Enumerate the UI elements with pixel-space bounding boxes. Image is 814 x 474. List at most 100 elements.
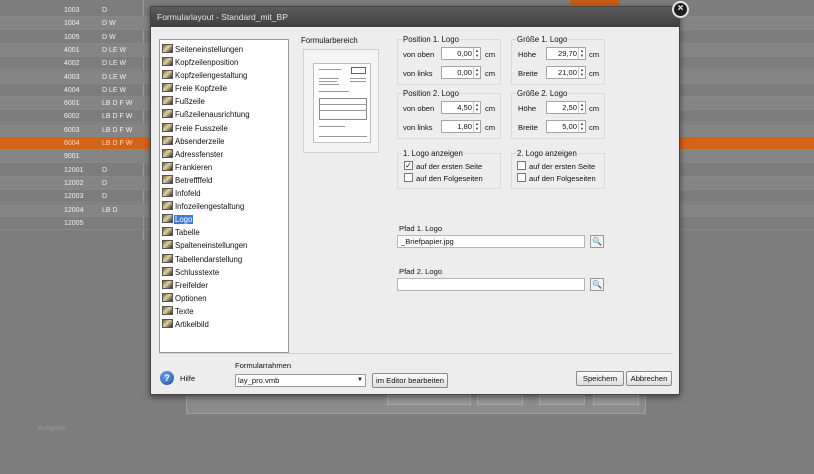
tree-item[interactable]: Optionen <box>160 292 288 305</box>
document-settings-icon <box>162 240 173 250</box>
chevron-down-icon[interactable]: ▼ <box>355 375 365 386</box>
tree-item[interactable]: Infofeld <box>160 187 288 200</box>
tree-item[interactable]: Kopfzeilenposition <box>160 56 288 69</box>
tree-item[interactable]: Tabellendarstellung <box>160 253 288 266</box>
show2-following-checkbox[interactable] <box>517 173 526 182</box>
background-row-code: D W <box>102 33 116 41</box>
tree-item[interactable]: Logo <box>160 213 288 226</box>
show1-title: 1. Logo anzeigen <box>402 149 464 158</box>
position1-left-input[interactable]: 0,00 ▲ ▼ <box>441 66 481 79</box>
tree-item[interactable]: Fußzeile <box>160 95 288 108</box>
tree-item-label: Betreffffeld <box>175 175 213 185</box>
tree-item[interactable]: Seiteneinstellungen <box>160 43 288 56</box>
size2-width-label: Breite <box>518 123 538 132</box>
path2-browse-button[interactable]: 🔍 <box>590 278 604 291</box>
size1-height-input[interactable]: 29,70 ▲ ▼ <box>546 47 586 60</box>
tree-item[interactable]: Infozeilengestaltung <box>160 200 288 213</box>
tree-item[interactable]: Artikelbild <box>160 318 288 331</box>
background-row-number: 1003 <box>64 7 80 14</box>
tree-item-label: Artikelbild <box>175 319 209 329</box>
tree-item[interactable]: Fußzeilenausrichtung <box>160 108 288 121</box>
tree-item-label: Kopfzeilengestaltung <box>175 71 248 81</box>
tree-item[interactable]: Absenderzeile <box>160 135 288 148</box>
tree-item[interactable]: Spalteneinstellungen <box>160 239 288 252</box>
size2-height-value: 2,50 <box>562 103 577 112</box>
preview-line <box>319 78 339 79</box>
tree-item-label: Frankieren <box>175 162 213 172</box>
document-settings-icon <box>162 214 173 224</box>
spin-arrows[interactable]: ▲ ▼ <box>578 102 585 113</box>
tree-item[interactable]: Texte <box>160 305 288 318</box>
bottom-separator <box>159 353 673 354</box>
document-settings-icon <box>162 227 173 237</box>
tree-item[interactable]: Adressfenster <box>160 148 288 161</box>
help-icon[interactable]: ? <box>160 371 174 385</box>
save-button[interactable]: Speichern <box>576 371 624 386</box>
tree-item[interactable]: Betreffffeld <box>160 174 288 187</box>
tree-item[interactable]: Tabelle <box>160 226 288 239</box>
spin-arrows[interactable]: ▲ ▼ <box>578 121 585 132</box>
close-button[interactable]: × <box>672 1 689 18</box>
tree-item[interactable]: Kopfzeilengestaltung <box>160 69 288 82</box>
document-settings-icon <box>162 148 173 158</box>
document-settings-icon <box>162 44 173 53</box>
spin-arrows[interactable]: ▲ ▼ <box>473 102 480 113</box>
tree-item[interactable]: Freie Kopfzeile <box>160 82 288 95</box>
spin-arrows[interactable]: ▲ ▼ <box>473 48 480 59</box>
document-settings-icon <box>162 122 173 132</box>
tree-item-label: Freie Kopfzeile <box>175 84 228 94</box>
show1-following-checkbox[interactable] <box>404 173 413 182</box>
document-settings-icon <box>162 292 173 302</box>
size2-height-label: Höhe <box>518 104 537 113</box>
edit-in-editor-button[interactable]: im Editor bearbeiten <box>372 373 448 388</box>
path1-browse-button[interactable]: 🔍 <box>590 235 604 248</box>
frame-select[interactable]: lay_pro.vmb ▼ <box>235 374 366 387</box>
size1-height-label: Höhe <box>518 50 537 59</box>
background-row-code: LB D F W <box>102 100 133 108</box>
document-settings-icon <box>162 305 173 315</box>
size1-width-unit: cm <box>589 69 600 78</box>
show2-first-page-label: auf der ersten Seite <box>529 162 596 171</box>
path1-input[interactable]: _Briefpapier.jpg <box>397 235 585 248</box>
background-row-code: D LE W <box>102 46 127 54</box>
tree-item-label: Freie Fusszeile <box>175 123 228 133</box>
spin-arrows[interactable]: ▲ ▼ <box>473 67 480 78</box>
document-settings-icon <box>162 109 173 119</box>
background-row-number: 6002 <box>64 113 80 121</box>
size1-width-input[interactable]: 21,00 ▲ ▼ <box>546 66 586 79</box>
position2-top-input[interactable]: 4,50 ▲ ▼ <box>441 101 481 114</box>
path2-input[interactable] <box>397 278 585 291</box>
background-row-code: D LE W <box>102 60 127 68</box>
tree-item[interactable]: Schlusstexte <box>160 266 288 279</box>
background-row-number: 4004 <box>64 86 80 94</box>
spin-arrows[interactable]: ▲ ▼ <box>473 121 480 132</box>
tree-item-label: Adressfenster <box>175 149 224 159</box>
tree-item[interactable]: Freie Fusszeile <box>160 122 288 135</box>
background-dialog-button <box>477 395 523 405</box>
tree-item-label: Tabelle <box>175 228 200 238</box>
position2-left-unit: cm <box>485 123 496 132</box>
cancel-button[interactable]: Abbrechen <box>626 371 672 386</box>
document-settings-icon <box>162 57 173 67</box>
size2-height-input[interactable]: 2,50 ▲ ▼ <box>546 101 586 114</box>
size2-width-input[interactable]: 5,00 ▲ ▼ <box>546 120 586 133</box>
position1-top-input[interactable]: 0,00 ▲ ▼ <box>441 47 481 60</box>
position2-left-input[interactable]: 1,80 ▲ ▼ <box>441 120 481 133</box>
show1-first-page-checkbox[interactable]: ✓ <box>404 161 413 170</box>
tree-item-label: Spalteneinstellungen <box>175 241 248 251</box>
tree-item[interactable]: Freifelder <box>160 279 288 292</box>
spin-arrows[interactable]: ▲ ▼ <box>578 67 585 78</box>
position1-top-label: von oben <box>403 50 435 59</box>
document-settings-icon <box>162 135 173 145</box>
background-row-number: 6003 <box>64 126 80 134</box>
background-row-code: D <box>102 7 108 14</box>
tree-item[interactable]: Frankieren <box>160 161 288 174</box>
help-label[interactable]: Hilfe <box>180 374 195 383</box>
tree-item-label: Optionen <box>175 293 207 303</box>
spin-arrows[interactable]: ▲ ▼ <box>578 48 585 59</box>
show2-first-page-checkbox[interactable] <box>517 161 526 170</box>
show2-group <box>511 153 605 189</box>
search-icon: 🔍 <box>592 280 602 289</box>
background-row-code: LB D <box>102 206 118 214</box>
preview-line <box>319 110 367 111</box>
